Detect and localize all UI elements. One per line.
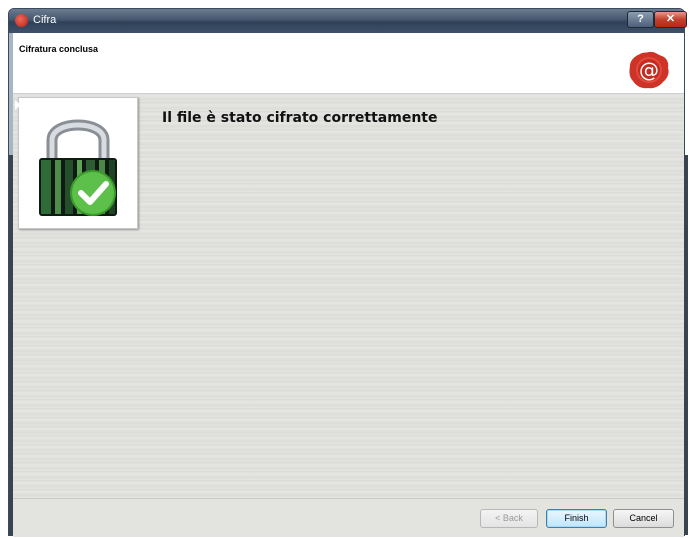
app-icon: [15, 14, 28, 27]
page-title: Cifratura conclusa: [19, 44, 99, 54]
window-edge-right: [684, 155, 688, 535]
padlock-check-icon: [39, 119, 117, 216]
wizard-header: Cifratura conclusa: [13, 33, 684, 94]
card-pointer: [15, 100, 21, 110]
wax-seal-icon: @: [629, 51, 669, 89]
finish-button[interactable]: Finish: [546, 509, 607, 528]
help-button[interactable]: ?: [627, 11, 654, 28]
wizard-window: Cifra ? ✕ Cifratura conclusa @ Il file è…: [0, 0, 689, 538]
status-message: Il file è stato cifrato correttamente: [162, 110, 438, 126]
title-bar[interactable]: Cifra ? ✕: [9, 9, 687, 33]
padlock-image-card: [18, 97, 138, 229]
window-title: Cifra: [33, 14, 57, 26]
close-button[interactable]: ✕: [654, 11, 687, 28]
cancel-button[interactable]: Cancel: [613, 509, 674, 528]
svg-text:@: @: [639, 58, 659, 82]
back-button[interactable]: < Back: [480, 509, 538, 528]
